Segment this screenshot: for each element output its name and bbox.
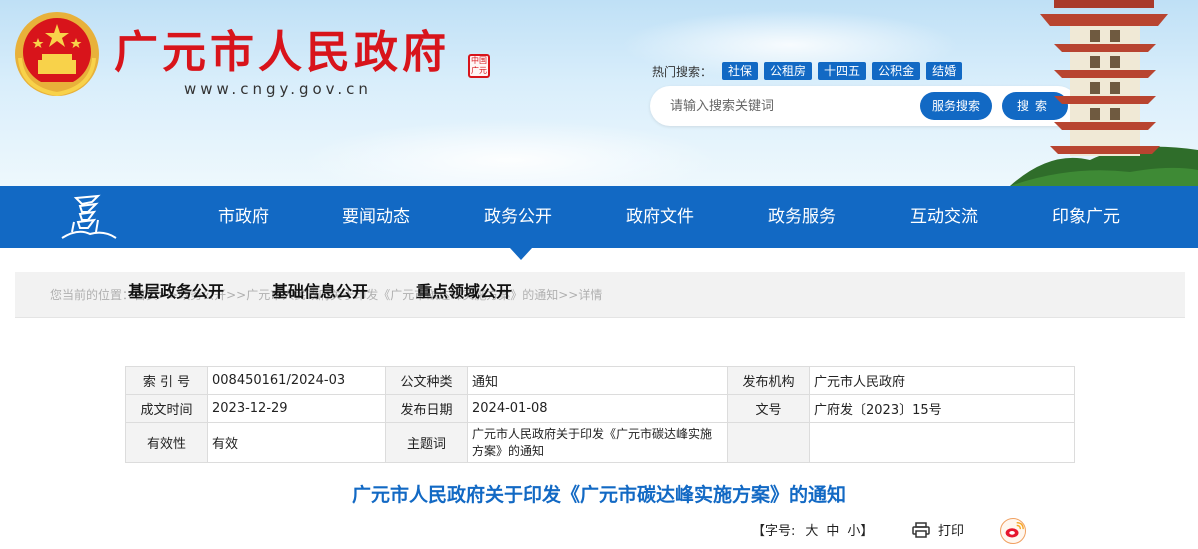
nav-item-impression[interactable]: 印象广元 [1052,186,1120,248]
nav-item-government-affairs[interactable]: 政务公开 [484,186,552,248]
subnav-item-key-areas[interactable]: 重点领域公开 [416,278,512,302]
subject-value: 广元市人民政府关于印发《广元市碳达峰实施方案》的通知 [467,422,728,463]
hot-tag-housing-fund[interactable]: 公积金 [872,62,921,80]
table-row: 成文时间 2023-12-29 发布日期 2024-01-08 文号 广府发〔2… [125,394,1075,423]
seal-stamp: 中国广元 [468,54,490,78]
nav-item-interaction[interactable]: 互动交流 [910,186,978,248]
print-label: 打印 [938,524,965,539]
docno-label: 文号 [727,394,810,423]
hot-tag-social-security[interactable]: 社保 [722,62,759,80]
hot-tag-public-rental[interactable]: 公租房 [764,62,813,80]
site-title: 广元市人民政府 [114,27,450,78]
hot-tag-fourteenth-five[interactable]: 十四五 [818,62,867,80]
hot-search: 热门搜索： 社保 公租房 十四五 公积金 结婚 [652,62,963,80]
created-value: 2023-12-29 [207,394,386,423]
font-size-label: 【字号: [752,524,796,539]
site-header: 广元市人民政府 中国广元 www.cngy.gov.cn 热门搜索： 社保 公租… [0,0,1198,186]
weibo-share-icon[interactable] [1000,518,1026,544]
validity-value: 有效 [207,422,386,463]
service-search-button[interactable]: 服务搜索 [920,92,992,120]
empty-cell [727,422,810,463]
created-label: 成文时间 [125,394,208,423]
empty-cell [809,422,1075,463]
active-nav-indicator [510,248,532,260]
tower-landmark-icon [1010,0,1198,186]
city-logo-icon [61,194,117,239]
validity-label: 有效性 [125,422,208,463]
print-button[interactable]: 打印 [912,520,964,539]
issuer-label: 发布机构 [727,366,810,395]
nav-item-city-government[interactable]: 市政府 [218,186,269,248]
docno-value: 广府发〔2023〕15号 [809,394,1075,423]
issuer-value: 广元市人民政府 [809,366,1075,395]
hot-search-label: 热门搜索： [652,64,713,79]
index-label: 索 引 号 [125,366,208,395]
main-nav: 市政府 要闻动态 政务公开 政府文件 政务服务 互动交流 印象广元 [0,186,1198,248]
header-cloud [300,120,720,186]
table-row: 索 引 号 008450161/2024-03 公文种类 通知 发布机构 广元市… [125,366,1075,395]
document-info-table: 索 引 号 008450161/2024-03 公文种类 通知 发布机构 广元市… [125,366,1075,463]
nav-item-government-documents[interactable]: 政府文件 [626,186,694,248]
subnav-item-basic-info[interactable]: 基础信息公开 [272,278,368,302]
subnav-item-grassroots[interactable]: 基层政务公开 [128,278,224,302]
font-size-tools: 【字号: 大 中 小】 [752,520,877,539]
subject-label: 主题词 [385,422,468,463]
document-title: 广元市人民政府关于印发《广元市碳达峰实施方案》的通知 [351,484,846,506]
subnav-bar: 您当前的位置：首页>>政务公开>>广元市人民政府关于印发《广元市碳达峰实施方案》… [15,272,1185,318]
category-value: 通知 [467,366,728,395]
national-emblem-icon [15,12,99,97]
font-size-large[interactable]: 大 [805,520,818,539]
published-label: 发布日期 [385,394,468,423]
font-size-small[interactable]: 小】 [847,520,873,539]
index-value: 008450161/2024-03 [207,366,386,395]
printer-icon [912,521,930,538]
table-row: 有效性 有效 主题词 广元市人民政府关于印发《广元市碳达峰实施方案》的通知 [125,422,1075,463]
nav-item-news[interactable]: 要闻动态 [342,186,410,248]
font-size-medium[interactable]: 中 [826,520,839,539]
category-label: 公文种类 [385,366,468,395]
hot-tag-marriage[interactable]: 结婚 [926,62,963,80]
published-value: 2024-01-08 [467,394,728,423]
site-url: www.cngy.gov.cn [184,80,372,98]
nav-item-government-services[interactable]: 政务服务 [768,186,836,248]
search-input[interactable] [670,96,920,116]
